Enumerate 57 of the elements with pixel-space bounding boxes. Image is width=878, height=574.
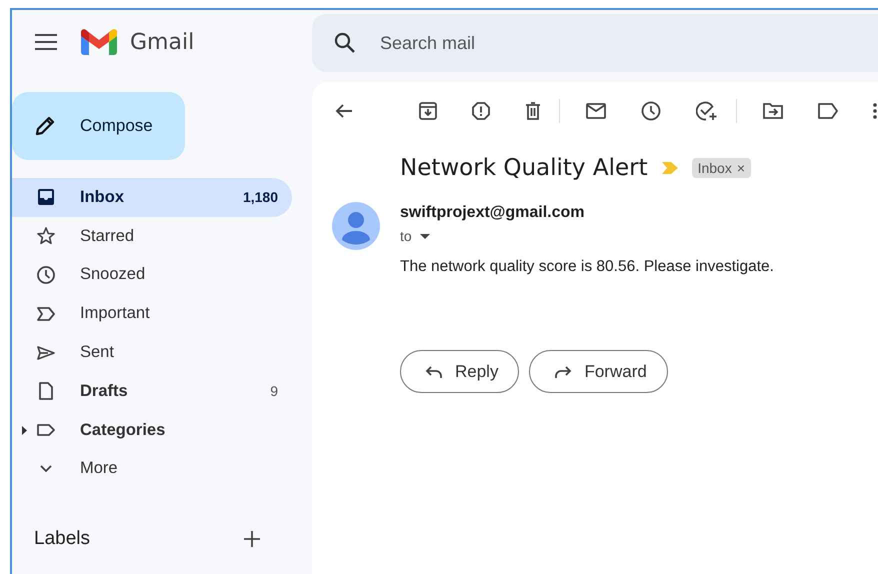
envelope-icon[interactable] bbox=[586, 103, 606, 119]
reply-button[interactable]: Reply bbox=[400, 350, 520, 393]
add-task-icon[interactable] bbox=[696, 101, 718, 121]
sender-email: swiftprojext@gmail.com bbox=[400, 204, 586, 222]
sidebar-item[interactable]: Important bbox=[12, 294, 292, 334]
sidebar-item-label: Snoozed bbox=[80, 265, 146, 284]
label-icon[interactable] bbox=[818, 103, 838, 119]
sidebar-item-label: Important bbox=[80, 304, 151, 324]
move-to-folder-icon[interactable] bbox=[763, 103, 783, 119]
sidebar-item-label: Inbox bbox=[80, 188, 125, 207]
search-icon[interactable] bbox=[334, 32, 356, 54]
sidebar-item-label: Categories bbox=[80, 420, 166, 440]
sidebar-item-label: Drafts bbox=[80, 382, 129, 401]
clock-icon bbox=[36, 264, 56, 285]
reply-arrow-icon bbox=[425, 364, 443, 378]
plus-icon[interactable] bbox=[244, 531, 260, 548]
email-subject: Network Quality Alert bbox=[400, 155, 648, 181]
search-field[interactable]: Search mail bbox=[378, 32, 878, 54]
pencil-icon bbox=[34, 115, 56, 137]
unread-count: 9 bbox=[270, 383, 278, 400]
forward-button[interactable]: Forward bbox=[529, 350, 668, 393]
expand-caret-icon[interactable] bbox=[22, 426, 27, 435]
sidebar-item[interactable]: Snoozed bbox=[12, 256, 292, 294]
importance-marker-icon[interactable] bbox=[662, 162, 678, 174]
sidebar-item[interactable]: Drafts 9 bbox=[12, 372, 292, 411]
sidebar-item-label: Sent bbox=[80, 343, 115, 362]
app-name: Gmail bbox=[130, 30, 194, 54]
menu-icon[interactable] bbox=[35, 34, 57, 50]
back-arrow-icon[interactable] bbox=[335, 103, 353, 119]
inbox-icon bbox=[36, 187, 56, 208]
tag-label: Inbox bbox=[698, 160, 732, 176]
more-options-icon[interactable] bbox=[873, 103, 877, 119]
sidebar-item[interactable]: Sent bbox=[12, 333, 292, 372]
recipient-label: to bbox=[400, 228, 412, 244]
unread-count: 1,180 bbox=[242, 189, 278, 206]
labels-heading: Labels bbox=[34, 528, 90, 550]
sidebar-item[interactable]: Categories bbox=[12, 410, 292, 450]
avatar-silhouette-icon bbox=[332, 202, 380, 250]
search-bar[interactable]: Search mail bbox=[312, 14, 878, 72]
dropdown-caret-icon[interactable] bbox=[420, 234, 430, 238]
sidebar-item[interactable]: Inbox 1,180 bbox=[12, 178, 292, 217]
email-body: The network quality score is 80.56. Please investigate. bbox=[400, 258, 774, 276]
star-icon bbox=[36, 226, 56, 246]
sidebar-item[interactable]: Starred bbox=[12, 216, 292, 256]
report-spam-icon[interactable] bbox=[472, 102, 490, 120]
remove-tag-button[interactable]: × bbox=[736, 160, 746, 176]
gmail-logo-icon bbox=[80, 28, 118, 56]
trash-icon[interactable] bbox=[525, 102, 541, 120]
sidebar-item-label: Starred bbox=[80, 226, 136, 246]
compose-button[interactable]: Compose bbox=[12, 92, 185, 160]
document-icon bbox=[36, 381, 56, 402]
sidebar-item-label: More bbox=[80, 459, 119, 478]
clock-icon[interactable] bbox=[641, 101, 661, 121]
forward-arrow-icon bbox=[554, 364, 572, 378]
sidebar-item[interactable]: More bbox=[12, 450, 292, 488]
chevron-down-icon bbox=[40, 465, 52, 472]
archive-icon[interactable] bbox=[419, 102, 437, 120]
